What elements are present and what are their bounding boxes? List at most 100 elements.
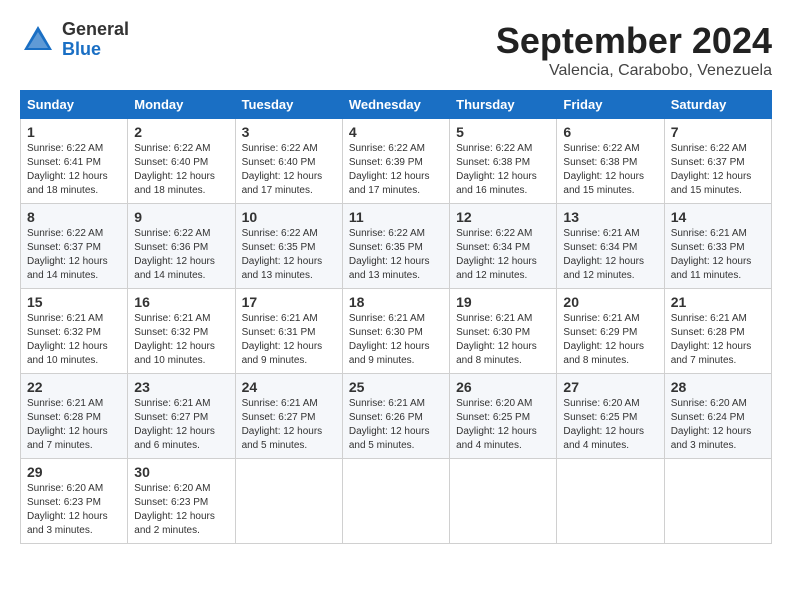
weekday-thursday: Thursday bbox=[450, 91, 557, 119]
day-cell: 30 Sunrise: 6:20 AMSunset: 6:23 PMDaylig… bbox=[128, 459, 235, 544]
day-cell bbox=[557, 459, 664, 544]
day-detail: Sunrise: 6:22 AMSunset: 6:36 PMDaylight:… bbox=[134, 228, 215, 281]
day-detail: Sunrise: 6:22 AMSunset: 6:41 PMDaylight:… bbox=[27, 143, 108, 196]
day-cell: 26 Sunrise: 6:20 AMSunset: 6:25 PMDaylig… bbox=[450, 374, 557, 459]
day-number: 6 bbox=[563, 124, 657, 140]
day-number: 7 bbox=[671, 124, 765, 140]
day-cell: 8 Sunrise: 6:22 AMSunset: 6:37 PMDayligh… bbox=[21, 204, 128, 289]
day-number: 2 bbox=[134, 124, 228, 140]
calendar-body: 1 Sunrise: 6:22 AMSunset: 6:41 PMDayligh… bbox=[21, 119, 772, 544]
weekday-sunday: Sunday bbox=[21, 91, 128, 119]
day-cell: 11 Sunrise: 6:22 AMSunset: 6:35 PMDaylig… bbox=[342, 204, 449, 289]
day-number: 27 bbox=[563, 379, 657, 395]
day-number: 26 bbox=[456, 379, 550, 395]
title-block: September 2024 Valencia, Carabobo, Venez… bbox=[496, 20, 772, 80]
day-number: 29 bbox=[27, 464, 121, 480]
day-cell bbox=[235, 459, 342, 544]
day-detail: Sunrise: 6:21 AMSunset: 6:30 PMDaylight:… bbox=[456, 313, 537, 366]
day-detail: Sunrise: 6:21 AMSunset: 6:26 PMDaylight:… bbox=[349, 398, 430, 451]
weekday-saturday: Saturday bbox=[664, 91, 771, 119]
weekday-header-row: SundayMondayTuesdayWednesdayThursdayFrid… bbox=[21, 91, 772, 119]
month-title: September 2024 bbox=[496, 20, 772, 62]
day-cell bbox=[664, 459, 771, 544]
day-cell: 16 Sunrise: 6:21 AMSunset: 6:32 PMDaylig… bbox=[128, 289, 235, 374]
day-number: 12 bbox=[456, 209, 550, 225]
day-detail: Sunrise: 6:20 AMSunset: 6:23 PMDaylight:… bbox=[27, 483, 108, 536]
day-detail: Sunrise: 6:22 AMSunset: 6:37 PMDaylight:… bbox=[27, 228, 108, 281]
day-number: 20 bbox=[563, 294, 657, 310]
day-detail: Sunrise: 6:22 AMSunset: 6:38 PMDaylight:… bbox=[456, 143, 537, 196]
logo-blue-text: Blue bbox=[62, 40, 129, 60]
day-cell: 15 Sunrise: 6:21 AMSunset: 6:32 PMDaylig… bbox=[21, 289, 128, 374]
day-cell: 22 Sunrise: 6:21 AMSunset: 6:28 PMDaylig… bbox=[21, 374, 128, 459]
day-detail: Sunrise: 6:20 AMSunset: 6:23 PMDaylight:… bbox=[134, 483, 215, 536]
day-cell: 10 Sunrise: 6:22 AMSunset: 6:35 PMDaylig… bbox=[235, 204, 342, 289]
day-cell: 4 Sunrise: 6:22 AMSunset: 6:39 PMDayligh… bbox=[342, 119, 449, 204]
day-cell: 13 Sunrise: 6:21 AMSunset: 6:34 PMDaylig… bbox=[557, 204, 664, 289]
day-detail: Sunrise: 6:21 AMSunset: 6:34 PMDaylight:… bbox=[563, 228, 644, 281]
page-header: General Blue September 2024 Valencia, Ca… bbox=[20, 20, 772, 80]
day-detail: Sunrise: 6:20 AMSunset: 6:25 PMDaylight:… bbox=[563, 398, 644, 451]
day-number: 11 bbox=[349, 209, 443, 225]
day-number: 1 bbox=[27, 124, 121, 140]
week-row-3: 15 Sunrise: 6:21 AMSunset: 6:32 PMDaylig… bbox=[21, 289, 772, 374]
logo-general-text: General bbox=[62, 20, 129, 40]
day-detail: Sunrise: 6:22 AMSunset: 6:38 PMDaylight:… bbox=[563, 143, 644, 196]
day-detail: Sunrise: 6:21 AMSunset: 6:30 PMDaylight:… bbox=[349, 313, 430, 366]
day-number: 21 bbox=[671, 294, 765, 310]
day-cell: 12 Sunrise: 6:22 AMSunset: 6:34 PMDaylig… bbox=[450, 204, 557, 289]
weekday-friday: Friday bbox=[557, 91, 664, 119]
logo-text: General Blue bbox=[62, 20, 129, 60]
day-detail: Sunrise: 6:22 AMSunset: 6:39 PMDaylight:… bbox=[349, 143, 430, 196]
weekday-tuesday: Tuesday bbox=[235, 91, 342, 119]
day-detail: Sunrise: 6:22 AMSunset: 6:40 PMDaylight:… bbox=[134, 143, 215, 196]
day-cell: 2 Sunrise: 6:22 AMSunset: 6:40 PMDayligh… bbox=[128, 119, 235, 204]
day-detail: Sunrise: 6:22 AMSunset: 6:37 PMDaylight:… bbox=[671, 143, 752, 196]
day-detail: Sunrise: 6:21 AMSunset: 6:27 PMDaylight:… bbox=[242, 398, 323, 451]
day-number: 8 bbox=[27, 209, 121, 225]
day-detail: Sunrise: 6:21 AMSunset: 6:32 PMDaylight:… bbox=[134, 313, 215, 366]
week-row-5: 29 Sunrise: 6:20 AMSunset: 6:23 PMDaylig… bbox=[21, 459, 772, 544]
day-cell: 29 Sunrise: 6:20 AMSunset: 6:23 PMDaylig… bbox=[21, 459, 128, 544]
calendar-table: SundayMondayTuesdayWednesdayThursdayFrid… bbox=[20, 90, 772, 544]
day-number: 5 bbox=[456, 124, 550, 140]
day-detail: Sunrise: 6:20 AMSunset: 6:25 PMDaylight:… bbox=[456, 398, 537, 451]
day-detail: Sunrise: 6:22 AMSunset: 6:35 PMDaylight:… bbox=[242, 228, 323, 281]
day-cell: 9 Sunrise: 6:22 AMSunset: 6:36 PMDayligh… bbox=[128, 204, 235, 289]
day-cell: 24 Sunrise: 6:21 AMSunset: 6:27 PMDaylig… bbox=[235, 374, 342, 459]
day-number: 30 bbox=[134, 464, 228, 480]
day-cell: 27 Sunrise: 6:20 AMSunset: 6:25 PMDaylig… bbox=[557, 374, 664, 459]
day-detail: Sunrise: 6:21 AMSunset: 6:32 PMDaylight:… bbox=[27, 313, 108, 366]
day-number: 18 bbox=[349, 294, 443, 310]
day-number: 19 bbox=[456, 294, 550, 310]
day-number: 22 bbox=[27, 379, 121, 395]
day-number: 15 bbox=[27, 294, 121, 310]
day-detail: Sunrise: 6:22 AMSunset: 6:40 PMDaylight:… bbox=[242, 143, 323, 196]
day-cell: 6 Sunrise: 6:22 AMSunset: 6:38 PMDayligh… bbox=[557, 119, 664, 204]
day-number: 17 bbox=[242, 294, 336, 310]
day-number: 28 bbox=[671, 379, 765, 395]
weekday-wednesday: Wednesday bbox=[342, 91, 449, 119]
weekday-monday: Monday bbox=[128, 91, 235, 119]
day-detail: Sunrise: 6:20 AMSunset: 6:24 PMDaylight:… bbox=[671, 398, 752, 451]
day-cell: 14 Sunrise: 6:21 AMSunset: 6:33 PMDaylig… bbox=[664, 204, 771, 289]
day-number: 3 bbox=[242, 124, 336, 140]
day-detail: Sunrise: 6:22 AMSunset: 6:34 PMDaylight:… bbox=[456, 228, 537, 281]
location-title: Valencia, Carabobo, Venezuela bbox=[496, 62, 772, 80]
day-cell: 20 Sunrise: 6:21 AMSunset: 6:29 PMDaylig… bbox=[557, 289, 664, 374]
day-cell: 25 Sunrise: 6:21 AMSunset: 6:26 PMDaylig… bbox=[342, 374, 449, 459]
logo-icon bbox=[20, 22, 56, 58]
day-number: 25 bbox=[349, 379, 443, 395]
day-cell: 18 Sunrise: 6:21 AMSunset: 6:30 PMDaylig… bbox=[342, 289, 449, 374]
day-detail: Sunrise: 6:21 AMSunset: 6:33 PMDaylight:… bbox=[671, 228, 752, 281]
logo: General Blue bbox=[20, 20, 129, 60]
day-detail: Sunrise: 6:21 AMSunset: 6:29 PMDaylight:… bbox=[563, 313, 644, 366]
day-detail: Sunrise: 6:21 AMSunset: 6:27 PMDaylight:… bbox=[134, 398, 215, 451]
day-number: 9 bbox=[134, 209, 228, 225]
day-number: 14 bbox=[671, 209, 765, 225]
day-cell bbox=[450, 459, 557, 544]
day-number: 13 bbox=[563, 209, 657, 225]
day-cell: 19 Sunrise: 6:21 AMSunset: 6:30 PMDaylig… bbox=[450, 289, 557, 374]
day-number: 16 bbox=[134, 294, 228, 310]
day-number: 4 bbox=[349, 124, 443, 140]
